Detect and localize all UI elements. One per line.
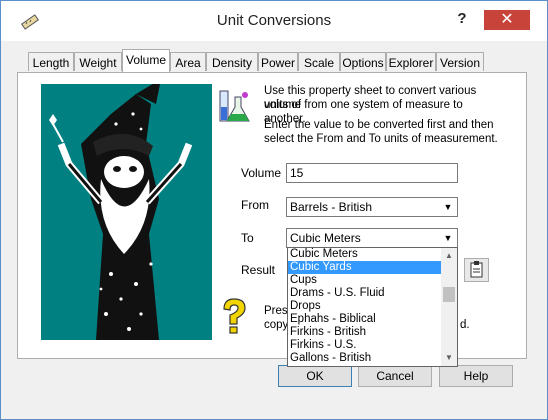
from-select-value: Barrels - British	[290, 200, 373, 214]
scroll-down-icon[interactable]: ▼	[441, 350, 457, 366]
cancel-button[interactable]: Cancel	[358, 365, 432, 387]
main-window: Unit Conversions ? ✕ Length Weight Volum…	[0, 0, 548, 420]
tab-volume[interactable]: Volume	[122, 49, 170, 72]
scroll-up-icon[interactable]: ▲	[441, 248, 457, 264]
dropdown-scrollbar[interactable]: ▲ ▼	[441, 248, 457, 366]
note-line-1: Pres	[264, 305, 288, 317]
lab-flask-icon	[219, 90, 250, 122]
tab-version[interactable]: Version	[436, 52, 484, 71]
tab-area[interactable]: Area	[170, 52, 206, 71]
dropdown-option-firkins-british[interactable]: Firkins - British	[288, 326, 442, 339]
wizard-illustration	[41, 84, 212, 340]
clipboard-icon	[470, 261, 483, 278]
title-bar: Unit Conversions ? ✕	[1, 1, 547, 41]
dropdown-option-ephahs[interactable]: Ephahs - Biblical	[288, 313, 442, 326]
tab-density[interactable]: Density	[206, 52, 258, 71]
dropdown-option-cubic-meters[interactable]: Cubic Meters	[288, 248, 442, 261]
copy-result-button[interactable]	[464, 258, 489, 282]
dropdown-option-cups[interactable]: Cups	[288, 274, 442, 287]
volume-input[interactable]: 15	[286, 163, 458, 183]
to-label: To	[241, 231, 254, 245]
dropdown-option-firkins-us[interactable]: Firkins - U.S.	[288, 339, 442, 352]
note-line-2: copy	[264, 319, 289, 331]
tab-weight[interactable]: Weight	[74, 52, 122, 71]
tab-length[interactable]: Length	[28, 52, 74, 71]
tab-power[interactable]: Power	[258, 52, 298, 71]
to-select-value: Cubic Meters	[290, 231, 361, 245]
dropdown-option-cubic-yards[interactable]: Cubic Yards	[288, 261, 442, 274]
volume-label: Volume	[241, 166, 282, 180]
note-line-2-tail: d.	[460, 319, 470, 331]
help-button[interactable]: Help	[439, 365, 513, 387]
from-select[interactable]: Barrels - British ▼	[286, 197, 458, 217]
chevron-down-icon[interactable]: ▼	[441, 231, 455, 245]
to-select[interactable]: Cubic Meters ▼	[286, 228, 458, 248]
dropdown-option-gallons-british[interactable]: Gallons - British	[288, 352, 442, 365]
tab-options[interactable]: Options	[340, 52, 386, 71]
tab-explorer[interactable]: Explorer	[386, 52, 436, 71]
dropdown-option-drams[interactable]: Drams - U.S. Fluid	[288, 287, 442, 300]
ok-button[interactable]: OK	[278, 365, 352, 387]
title-help-button[interactable]: ?	[450, 10, 474, 32]
from-label: From	[241, 198, 269, 212]
intro-line-3: Enter the value to be converted first an…	[264, 119, 494, 131]
dropdown-option-drops[interactable]: Drops	[288, 300, 442, 313]
intro-line-4: select the From and To units of measurem…	[264, 133, 498, 145]
tab-scale[interactable]: Scale	[298, 52, 340, 71]
scrollbar-thumb[interactable]	[443, 287, 455, 302]
chevron-down-icon[interactable]: ▼	[441, 200, 455, 214]
question-mark-icon	[223, 298, 246, 334]
to-dropdown-list: Cubic Meters Cubic Yards Cups Drams - U.…	[287, 247, 458, 367]
close-button[interactable]: ✕	[484, 10, 530, 30]
result-label: Result	[241, 263, 276, 277]
